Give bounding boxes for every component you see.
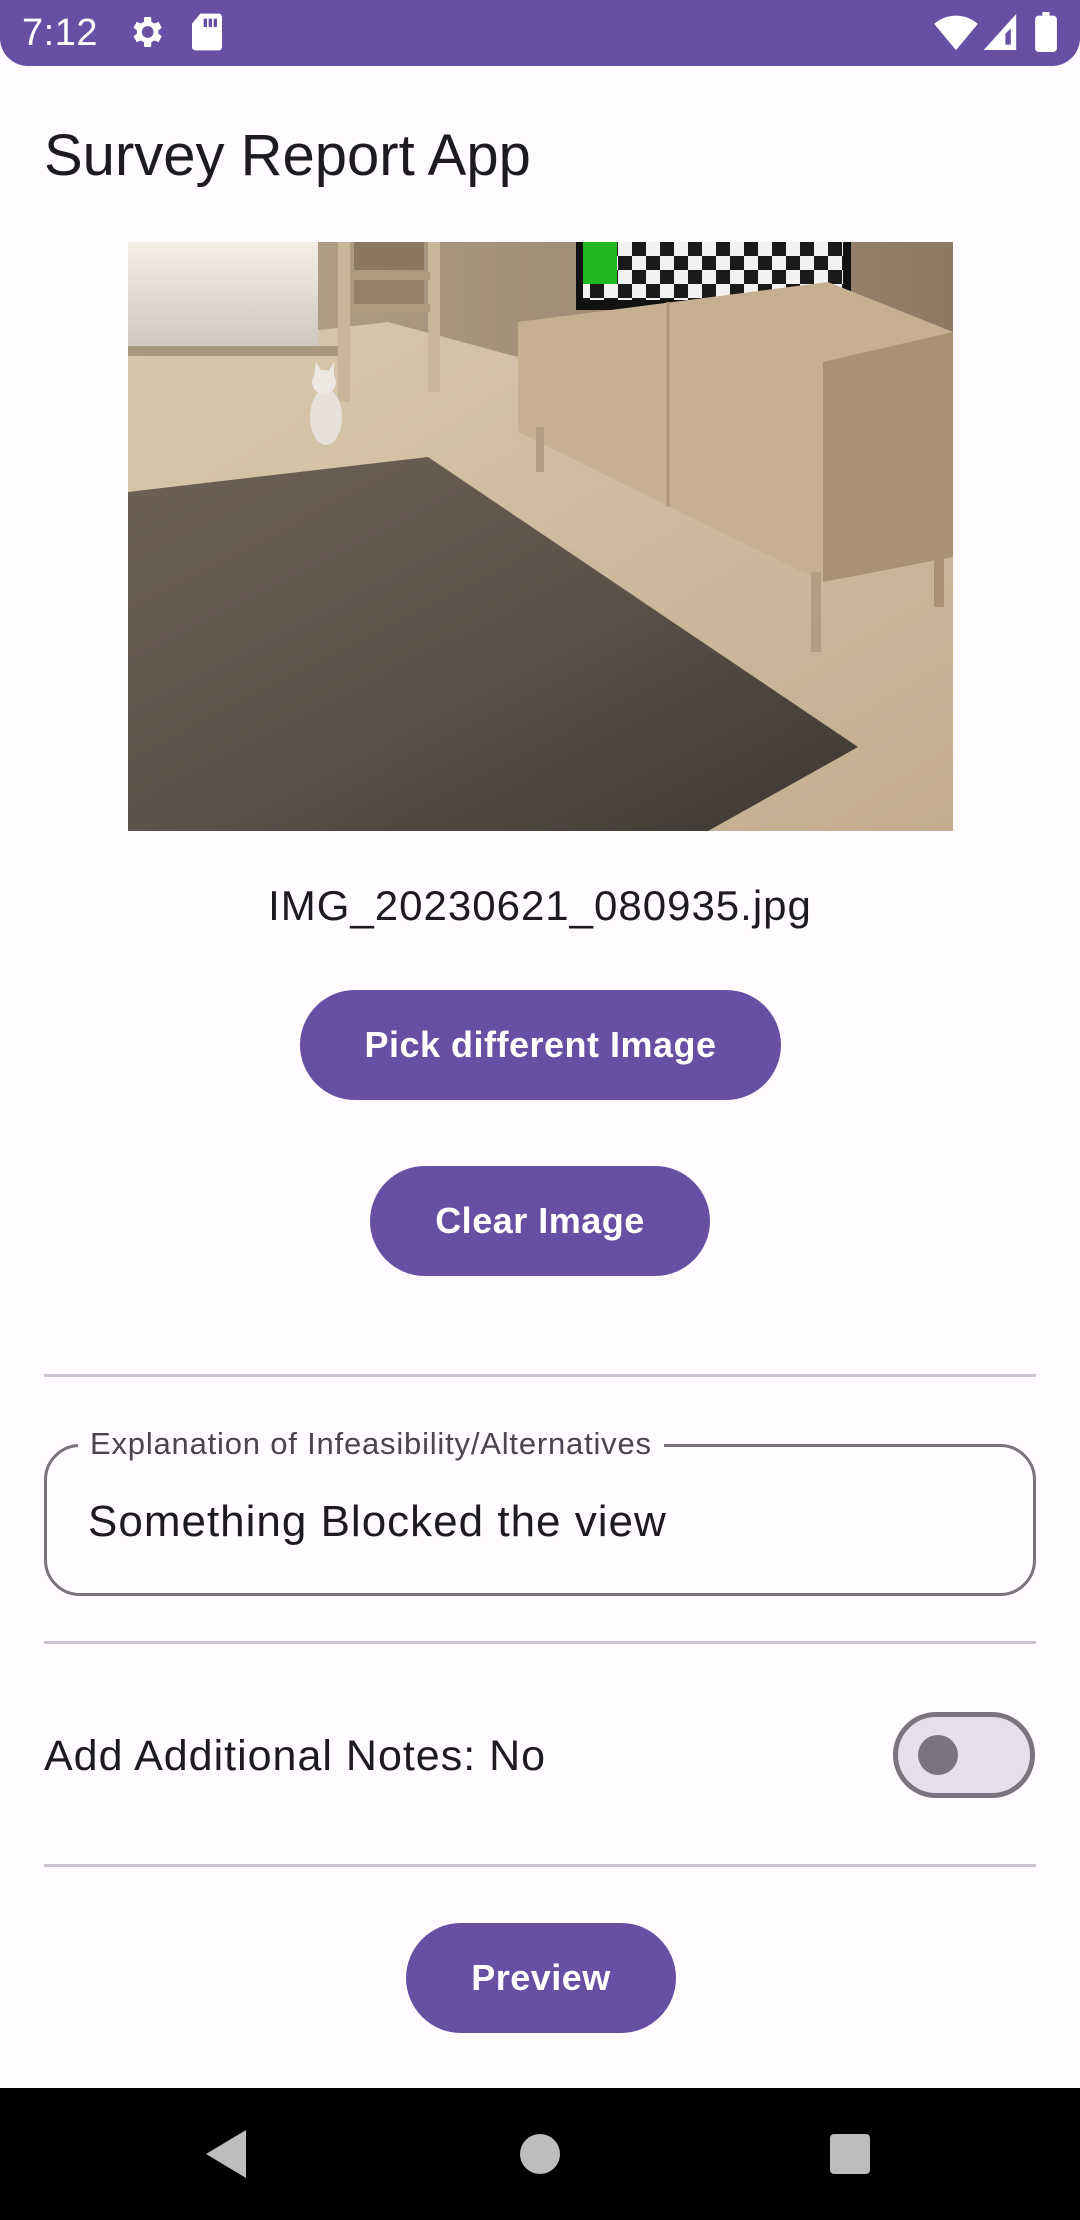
selected-image bbox=[128, 242, 953, 831]
divider bbox=[44, 1864, 1036, 1867]
battery-icon bbox=[1034, 12, 1058, 57]
pick-different-image-button[interactable]: Pick different Image bbox=[300, 990, 781, 1100]
home-icon[interactable] bbox=[518, 2126, 562, 2187]
app-title: Survey Report App bbox=[44, 123, 531, 188]
back-icon[interactable] bbox=[202, 2126, 250, 2187]
explanation-field-label: Explanation of Infeasibility/Alternative… bbox=[78, 1425, 664, 1463]
clear-image-button[interactable]: Clear Image bbox=[370, 1166, 710, 1276]
explanation-input[interactable] bbox=[88, 1494, 988, 1550]
sd-card-icon bbox=[190, 12, 224, 57]
preview-button[interactable]: Preview bbox=[406, 1923, 676, 2033]
image-file-name: IMG_20230621_080935.jpg bbox=[268, 882, 812, 929]
switch-thumb bbox=[918, 1735, 958, 1775]
navigation-bar bbox=[0, 2088, 1080, 2220]
additional-notes-label: Add Additional Notes: No bbox=[44, 1732, 547, 1780]
wifi-icon bbox=[934, 12, 978, 57]
status-time: 7:12 bbox=[22, 12, 98, 54]
signal-icon bbox=[982, 12, 1018, 57]
additional-notes-switch[interactable] bbox=[893, 1712, 1035, 1798]
status-bar: 7:12 bbox=[0, 0, 1080, 66]
divider bbox=[44, 1641, 1036, 1644]
gear-icon bbox=[126, 12, 166, 57]
divider bbox=[44, 1374, 1036, 1377]
recents-icon[interactable] bbox=[828, 2126, 872, 2187]
